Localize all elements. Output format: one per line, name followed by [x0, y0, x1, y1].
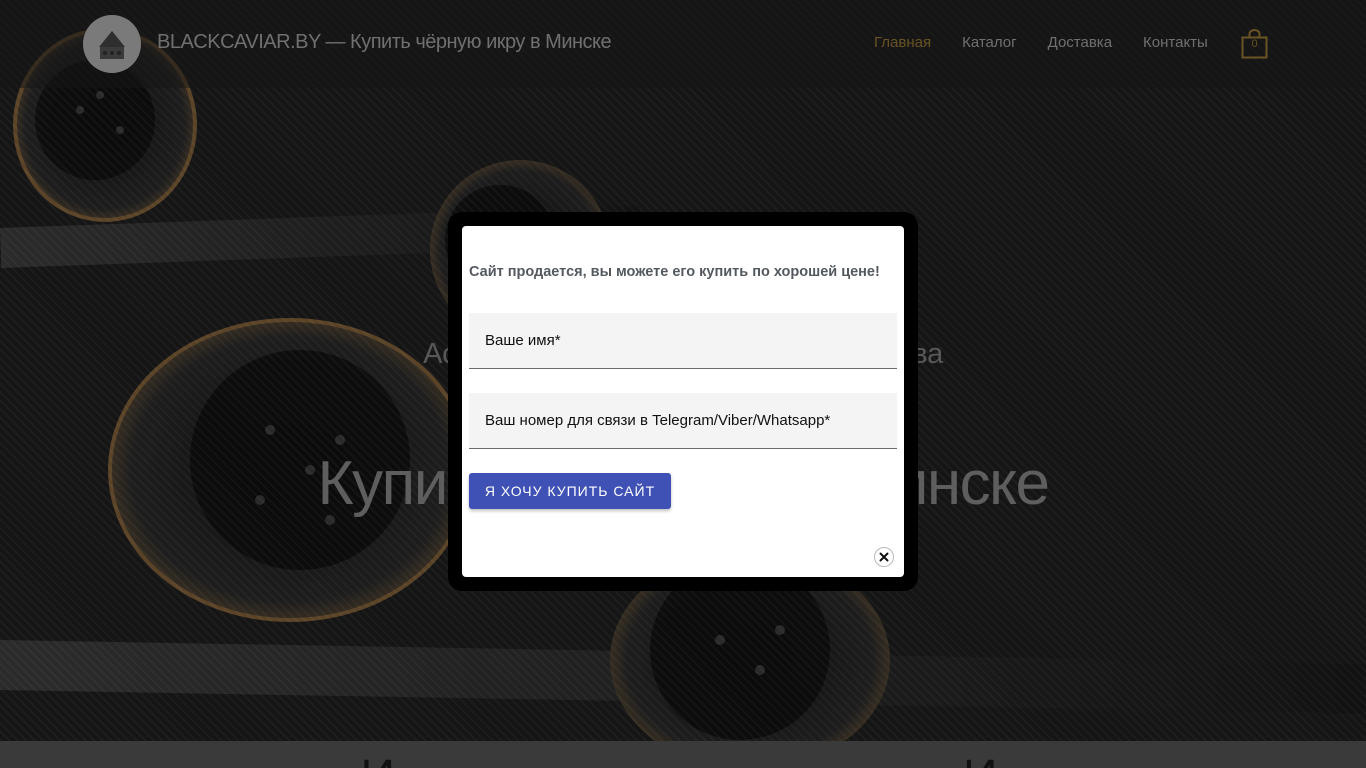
caviar-logo-icon[interactable] — [83, 15, 141, 73]
name-input[interactable] — [469, 313, 897, 369]
cart-count: 0 — [1251, 38, 1258, 50]
next-section-band: ИИ — [0, 741, 1366, 768]
modal-close-button[interactable] — [874, 547, 894, 567]
main-nav: Главная Каталог Доставка Контакты — [874, 34, 1239, 51]
site-header: BLACKCAVIAR.BY — Купить чёрную икру в Ми… — [0, 0, 1366, 88]
next-section-heading-left: И — [361, 751, 404, 768]
next-section-heading-right: И — [963, 751, 1006, 768]
modal-heading: Сайт продается, вы можете его купить по … — [469, 264, 880, 280]
site-for-sale-modal: Сайт продается, вы можете его купить по … — [462, 226, 904, 577]
nav-item-contacts[interactable]: Контакты — [1143, 34, 1208, 51]
buy-site-button[interactable]: Я ХОЧУ КУПИТЬ САЙТ — [469, 473, 671, 509]
nav-item-catalog[interactable]: Каталог — [962, 34, 1017, 51]
nav-item-home[interactable]: Главная — [874, 34, 931, 51]
next-section-heading: ИИ — [0, 750, 1366, 768]
close-icon — [879, 552, 889, 562]
phone-input[interactable] — [469, 393, 897, 449]
site-title[interactable]: BLACKCAVIAR.BY — Купить чёрную икру в Ми… — [157, 31, 612, 54]
cart-button[interactable]: 0 — [1241, 29, 1268, 59]
nav-item-delivery[interactable]: Доставка — [1048, 34, 1112, 51]
